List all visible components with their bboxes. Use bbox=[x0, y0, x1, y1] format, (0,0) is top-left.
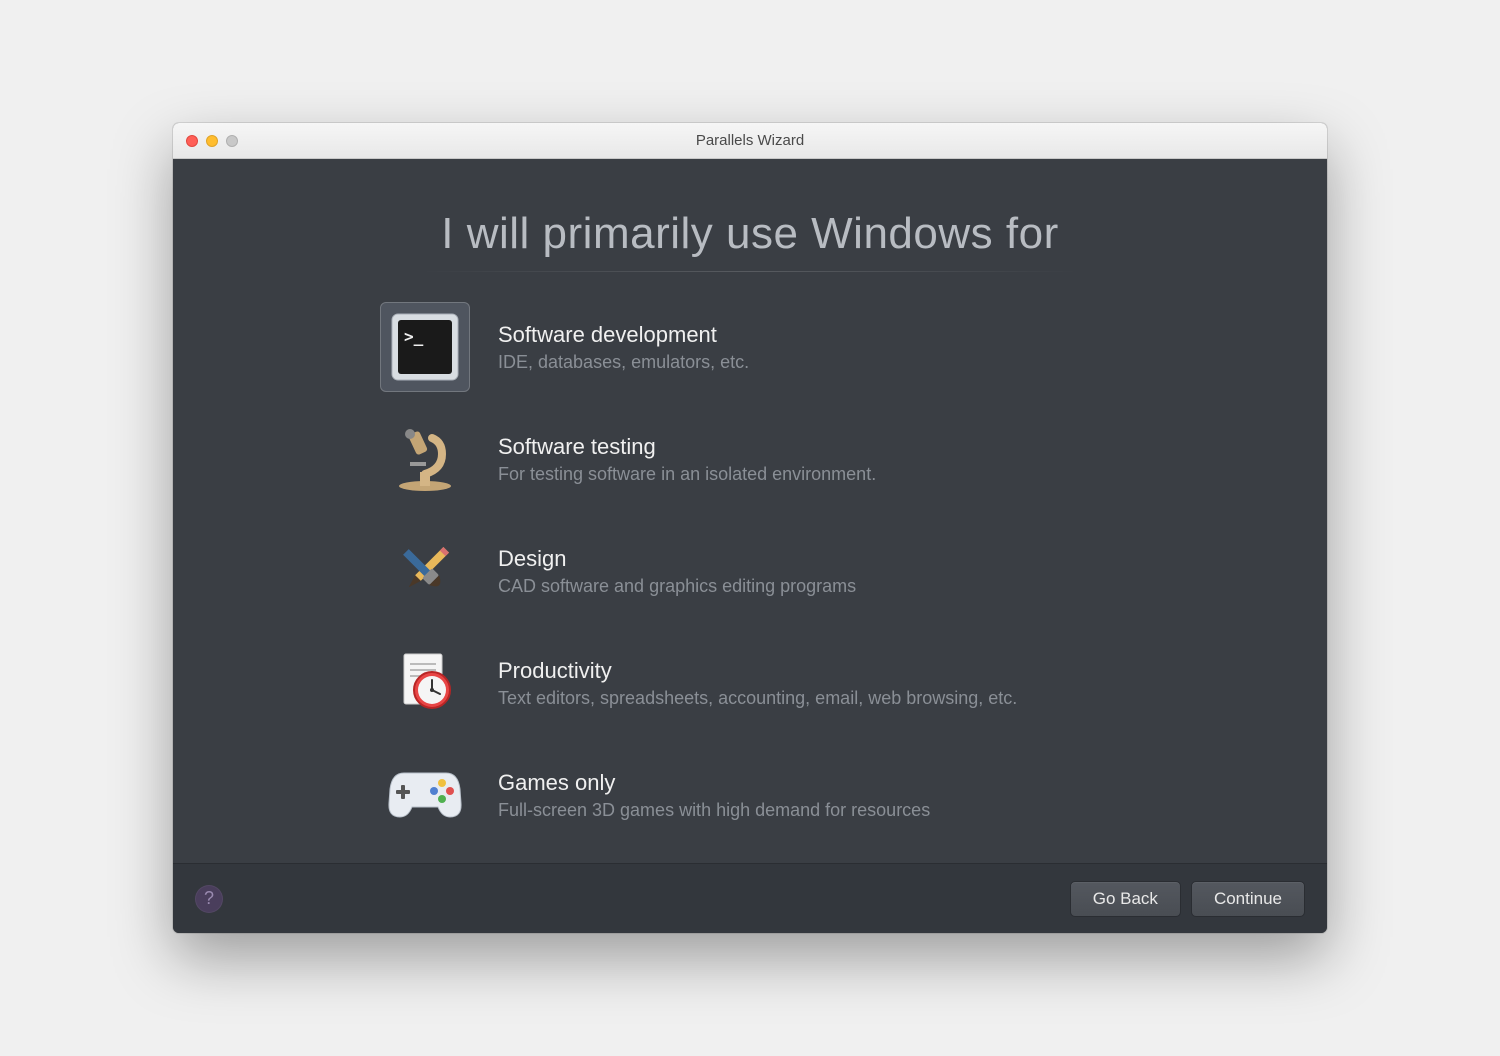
option-text: Software testing For testing software in… bbox=[498, 434, 1160, 485]
option-desc: CAD software and graphics editing progra… bbox=[498, 576, 1160, 597]
gamepad-icon bbox=[380, 750, 470, 840]
document-clock-icon bbox=[380, 638, 470, 728]
terminal-icon: >_ bbox=[380, 302, 470, 392]
divider bbox=[420, 271, 1080, 272]
option-desc: Full-screen 3D games with high demand fo… bbox=[498, 800, 1160, 821]
content-area: I will primarily use Windows for >_ Soft… bbox=[173, 159, 1327, 863]
go-back-button[interactable]: Go Back bbox=[1070, 881, 1181, 917]
footer: ? Go Back Continue bbox=[173, 863, 1327, 933]
option-games-only[interactable]: Games only Full-screen 3D games with hig… bbox=[380, 750, 1160, 840]
option-design[interactable]: Design CAD software and graphics editing… bbox=[380, 526, 1160, 616]
wizard-window: Parallels Wizard I will primarily use Wi… bbox=[173, 123, 1327, 933]
continue-button[interactable]: Continue bbox=[1191, 881, 1305, 917]
maximize-button[interactable] bbox=[226, 135, 238, 147]
option-title: Productivity bbox=[498, 658, 1160, 684]
svg-text:>_: >_ bbox=[404, 327, 424, 346]
options-list: >_ Software development IDE, databases, … bbox=[380, 302, 1160, 840]
microscope-icon bbox=[380, 414, 470, 504]
option-title: Software testing bbox=[498, 434, 1160, 460]
option-software-testing[interactable]: Software testing For testing software in… bbox=[380, 414, 1160, 504]
option-title: Design bbox=[498, 546, 1160, 572]
option-text: Software development IDE, databases, emu… bbox=[498, 322, 1160, 373]
traffic-lights bbox=[186, 135, 238, 147]
option-text: Productivity Text editors, spreadsheets,… bbox=[498, 658, 1160, 709]
help-button[interactable]: ? bbox=[195, 885, 223, 913]
titlebar: Parallels Wizard bbox=[173, 123, 1327, 159]
brush-pencil-icon bbox=[380, 526, 470, 616]
page-heading: I will primarily use Windows for bbox=[441, 209, 1058, 259]
option-title: Games only bbox=[498, 770, 1160, 796]
option-desc: IDE, databases, emulators, etc. bbox=[498, 352, 1160, 373]
option-title: Software development bbox=[498, 322, 1160, 348]
window-title: Parallels Wizard bbox=[173, 132, 1327, 149]
close-button[interactable] bbox=[186, 135, 198, 147]
option-productivity[interactable]: Productivity Text editors, spreadsheets,… bbox=[380, 638, 1160, 728]
option-software-development[interactable]: >_ Software development IDE, databases, … bbox=[380, 302, 1160, 392]
option-desc: Text editors, spreadsheets, accounting, … bbox=[498, 688, 1160, 709]
option-text: Design CAD software and graphics editing… bbox=[498, 546, 1160, 597]
minimize-button[interactable] bbox=[206, 135, 218, 147]
option-text: Games only Full-screen 3D games with hig… bbox=[498, 770, 1160, 821]
option-desc: For testing software in an isolated envi… bbox=[498, 464, 1160, 485]
